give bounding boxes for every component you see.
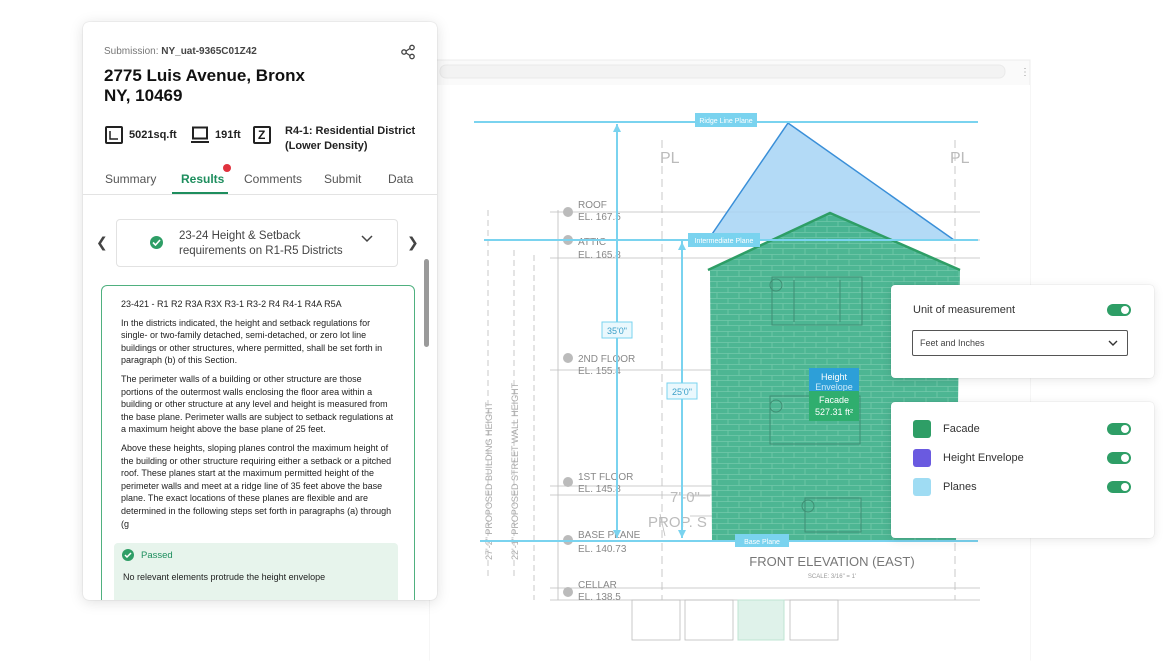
unit-selected-value: Feet and Inches xyxy=(920,338,985,348)
zoning-icon: Z xyxy=(253,126,271,144)
share-icon[interactable] xyxy=(400,44,416,60)
svg-text:EL. 140.73: EL. 140.73 xyxy=(578,544,627,555)
svg-text:22'-1" PROPOSED STREET WALL HE: 22'-1" PROPOSED STREET WALL HEIGHT xyxy=(510,382,520,560)
tab-results[interactable]: Results xyxy=(181,172,224,186)
property-line-right-label: PL xyxy=(950,150,970,167)
rule-title: 23-24 Height & Setback requirements on R… xyxy=(179,230,343,257)
zoning-district: R4-1: Residential District (Lower Densit… xyxy=(285,125,416,152)
elevation-title: FRONT ELEVATION (EAST) xyxy=(749,554,914,569)
unit-toggle[interactable] xyxy=(1107,304,1131,316)
frontage-value: 191ft xyxy=(215,129,241,141)
frontage-icon xyxy=(191,126,209,144)
passed-result: Passed No relevant elements protrude the… xyxy=(114,543,398,600)
tab-comments[interactable]: Comments xyxy=(244,172,302,186)
facade-tag: Facade xyxy=(819,395,849,405)
layer-height-envelope-label: Height Envelope xyxy=(943,452,1024,464)
dim-35-label: 35'0" xyxy=(607,326,627,336)
regulation-card: 23-421 - R1 R2 R3A R3X R3-1 R3-2 R4 R4-1… xyxy=(101,285,415,600)
regulation-paragraph-3: Above these heights, sloping planes cont… xyxy=(121,442,392,529)
submission-id: NY_uat-9365C01Z42 xyxy=(161,46,257,57)
browser-menu-icon[interactable]: ⋮ xyxy=(1020,67,1030,78)
height-envelope-tag-sub: Envelope xyxy=(815,382,853,392)
lot-area-icon xyxy=(105,126,123,144)
layer-planes: Planes xyxy=(913,478,1133,496)
browser-address-bar xyxy=(439,64,1006,79)
svg-text:27'-2" PROPOSED BUILDING HEIGH: 27'-2" PROPOSED BUILDING HEIGHT xyxy=(484,402,494,560)
property-line-left-label: PL xyxy=(660,150,680,167)
tab-data[interactable]: Data xyxy=(388,172,413,186)
unit-select[interactable]: Feet and Inches xyxy=(912,330,1128,356)
facade-area: 527.31 ft² xyxy=(815,407,853,417)
layers-card: Facade Height Envelope Planes xyxy=(891,402,1154,538)
layer-planes-toggle[interactable] xyxy=(1107,481,1131,493)
regulation-paragraph-2: The perimeter walls of a building or oth… xyxy=(121,373,394,435)
svg-text:EL. 155.4: EL. 155.4 xyxy=(578,366,621,377)
passed-text: No relevant elements protrude the height… xyxy=(123,572,326,582)
unit-of-measurement-card: Unit of measurement Feet and Inches xyxy=(891,285,1154,378)
submission-panel: Submission: NY_uat-9365C01Z42 2775 Luis … xyxy=(83,22,437,600)
svg-text:ATTIC: ATTIC xyxy=(578,237,606,248)
svg-text:EL. 138.5: EL. 138.5 xyxy=(578,592,621,603)
svg-text:1ST FLOOR: 1ST FLOOR xyxy=(578,472,633,483)
base-plane-label: Base Plane xyxy=(744,539,780,546)
notification-dot xyxy=(223,164,231,172)
svg-text:ROOF: ROOF xyxy=(578,200,607,211)
meta-area: 5021sq.ft xyxy=(105,126,177,144)
svg-text:EL. 167.5: EL. 167.5 xyxy=(578,212,621,223)
regulation-paragraph-1: In the districts indicated, the height a… xyxy=(121,317,383,366)
svg-text:EL. 165.8: EL. 165.8 xyxy=(578,250,621,261)
planes-swatch xyxy=(913,478,931,496)
layer-facade-toggle[interactable] xyxy=(1107,423,1131,435)
layer-planes-label: Planes xyxy=(943,481,977,493)
submission-label: Submission: NY_uat-9365C01Z42 xyxy=(104,46,257,57)
rule-selector[interactable]: 23-24 Height & Setback requirements on R… xyxy=(116,219,398,267)
passed-check-icon xyxy=(122,549,134,561)
svg-text:EL. 145.8: EL. 145.8 xyxy=(578,484,621,495)
tab-submit[interactable]: Submit xyxy=(324,172,361,186)
layer-facade-label: Facade xyxy=(943,423,980,435)
active-tab-indicator xyxy=(172,192,228,194)
unit-title: Unit of measurement xyxy=(913,304,1016,316)
next-rule-chevron-icon[interactable]: ❯ xyxy=(407,234,419,251)
meta-zone: Z R4-1: Residential District (Lower Dens… xyxy=(253,125,416,154)
prev-rule-chevron-icon[interactable]: ❮ xyxy=(96,234,108,251)
prop-text: PROP. S xyxy=(648,514,707,531)
meta-width: 191ft xyxy=(191,126,241,144)
layer-facade: Facade xyxy=(913,420,1133,438)
page-title: 2775 Luis Avenue, Bronx NY, 10469 xyxy=(104,66,344,106)
unit-chevron-down-icon xyxy=(1108,340,1118,346)
chevron-down-icon[interactable] xyxy=(361,235,373,243)
thumbnail-active[interactable] xyxy=(737,599,785,641)
passed-label: Passed xyxy=(141,549,173,561)
tab-summary[interactable]: Summary xyxy=(105,172,156,186)
address-line-2: NY, 10469 xyxy=(104,86,183,105)
height-envelope-swatch xyxy=(913,449,931,467)
address-line-1: 2775 Luis Avenue, Bronx xyxy=(104,66,305,85)
lot-area-value: 5021sq.ft xyxy=(129,129,177,141)
layer-height-envelope: Height Envelope xyxy=(913,449,1133,467)
svg-text:2ND FLOOR: 2ND FLOOR xyxy=(578,354,635,365)
ridge-plane-label: Ridge Line Plane xyxy=(699,118,752,125)
intermediate-plane-label: Intermediate Plane xyxy=(695,238,754,245)
rule-passed-check-icon xyxy=(150,236,163,249)
dim-25-label: 25'0" xyxy=(672,387,692,397)
dim-bottom-text: 7'-0" xyxy=(670,489,700,506)
height-envelope-tag: Height xyxy=(821,372,848,382)
scrollbar[interactable] xyxy=(424,259,429,347)
layer-height-envelope-toggle[interactable] xyxy=(1107,452,1131,464)
result-tabs: Summary Results Comments Submit Data xyxy=(83,166,437,195)
facade-swatch xyxy=(913,420,931,438)
regulation-heading: 23-421 - R1 R2 R3A R3X R3-1 R3-2 R4 R4-1… xyxy=(121,299,342,309)
svg-text:CELLAR: CELLAR xyxy=(578,580,617,591)
elevation-scale: SCALE: 3/16" = 1' xyxy=(808,574,856,580)
svg-text:BASE PLANE: BASE PLANE xyxy=(578,530,641,541)
